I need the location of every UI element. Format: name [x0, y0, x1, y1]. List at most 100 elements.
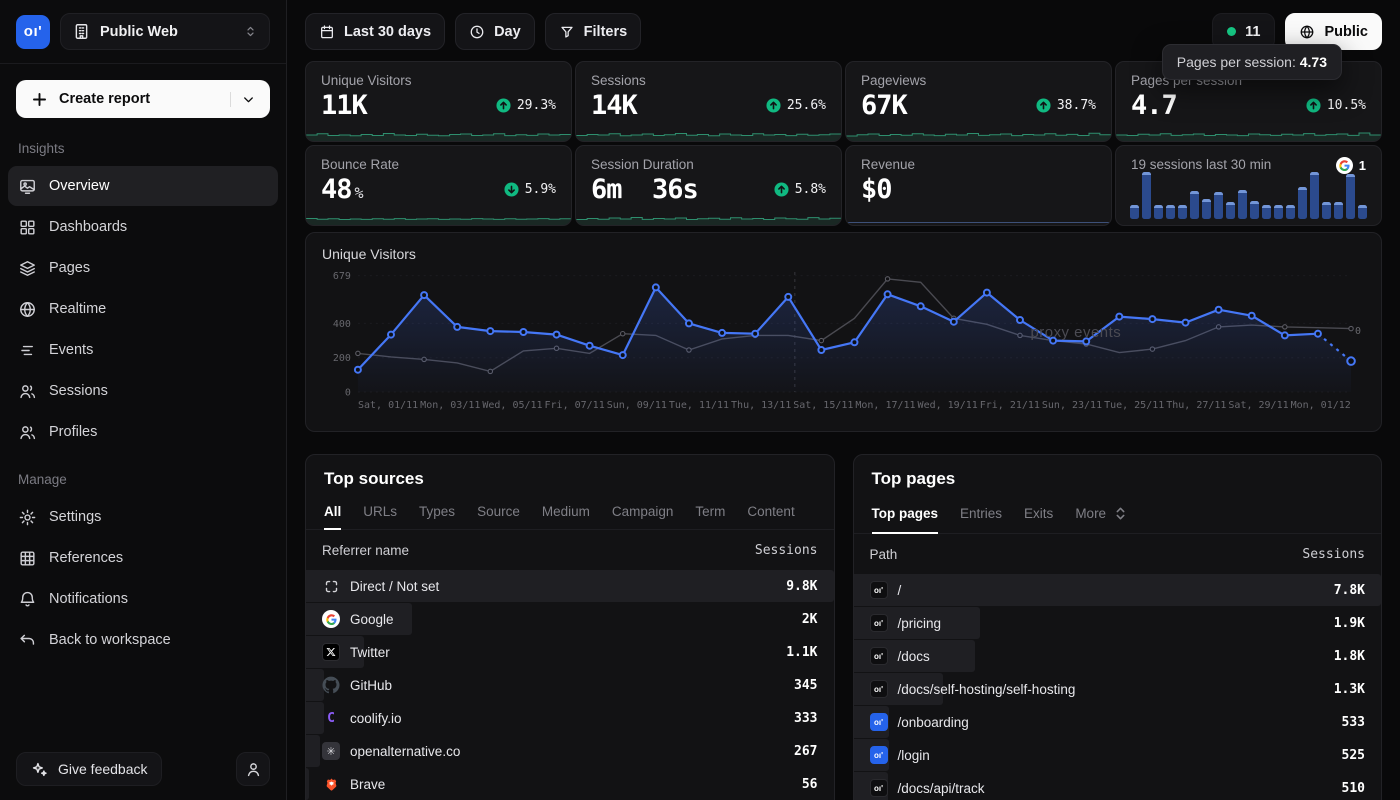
tab-campaign[interactable]: Campaign [612, 497, 674, 529]
user-icon [244, 760, 263, 779]
sidebar-item-realtime[interactable]: Realtime [8, 289, 278, 329]
app-root: oı' Public Web Create report Insights [0, 0, 1400, 800]
tab-more[interactable]: More [1075, 497, 1130, 533]
create-report-button[interactable]: Create report [16, 80, 270, 118]
stat-card-bounce-rate: Bounce Rate 48% 5.9% [305, 145, 572, 226]
filters-button[interactable]: Filters [545, 13, 642, 50]
table-row-docs-api-track[interactable]: oı' /docs/api/track 510 [854, 772, 1382, 800]
live-bar [1346, 174, 1355, 219]
stat-change: 5.9% [504, 182, 556, 197]
table-row-direct-not-set[interactable]: Direct / Not set 9.8K [306, 570, 834, 602]
project-selector[interactable]: Public Web [60, 13, 270, 50]
tables-row: Top sources AllURLsTypesSourceMediumCamp… [305, 454, 1382, 800]
filter-icon [559, 24, 575, 40]
tab-exits[interactable]: Exits [1024, 497, 1053, 533]
sidebar-item-settings[interactable]: Settings [8, 497, 278, 537]
column-value-header[interactable]: Sessions [755, 543, 818, 558]
tab-entries[interactable]: Entries [960, 497, 1002, 533]
tab-all[interactable]: All [324, 497, 341, 529]
row-name: /onboarding [898, 715, 969, 730]
stat-value: 67K [861, 90, 910, 121]
table-row-login[interactable]: oı' /login 525 [854, 739, 1382, 771]
row-value: 1.1K [786, 645, 817, 660]
sidebar-item-label: Pages [49, 260, 90, 276]
sidebar-header: oı' Public Web [0, 0, 286, 64]
table-row-pricing[interactable]: oı' /pricing 1.9K [854, 607, 1382, 639]
tab-source[interactable]: Source [477, 497, 520, 529]
stat-sparkline [576, 210, 841, 226]
table-row-docs-self-hosting-self-hosting[interactable]: oı' /docs/self-hosting/self-hosting 1.3K [854, 673, 1382, 705]
row-name: /docs [898, 649, 930, 664]
table-row-docs[interactable]: oı' /docs 1.8K [854, 640, 1382, 672]
interval-button[interactable]: Day [455, 13, 535, 50]
tab-medium[interactable]: Medium [542, 497, 590, 529]
live-bar [1130, 205, 1139, 219]
references-icon [18, 549, 37, 568]
tab-top-pages[interactable]: Top pages [872, 497, 939, 533]
row-name: /docs/api/track [898, 781, 985, 796]
table-row-partial[interactable]: oı' / 7.8K [854, 574, 1382, 606]
openalternative-favicon: ✳ [322, 742, 340, 760]
x-axis-label: Sun, 23/11 [1042, 400, 1102, 411]
chevrons-updown-icon [243, 24, 258, 39]
profiles-icon [18, 423, 37, 442]
tab-types[interactable]: Types [419, 497, 455, 529]
sidebar-item-label: References [49, 550, 123, 566]
tab-label: Medium [542, 504, 590, 519]
unique-visitors-line-chart: 6794002000proxy events0 [322, 266, 1365, 398]
live-bar [1214, 192, 1223, 219]
svg-text:679: 679 [333, 271, 351, 282]
table-row-onboarding[interactable]: oı' /onboarding 533 [854, 706, 1382, 738]
stat-value: 14K [591, 90, 640, 121]
sidebar-item-back-to-workspace[interactable]: Back to workspace [8, 620, 278, 660]
live-bar [1142, 172, 1151, 219]
sidebar-item-profiles[interactable]: Profiles [8, 412, 278, 452]
date-range-button[interactable]: Last 30 days [305, 13, 445, 50]
realtime-icon [18, 300, 37, 319]
sidebar-item-dashboards[interactable]: Dashboards [8, 207, 278, 247]
live-sessions-label: 19 sessions last 30 min [1131, 157, 1271, 172]
stat-label: Unique Visitors [321, 73, 556, 88]
filters-label: Filters [584, 24, 628, 40]
stat-sparkline [576, 126, 841, 142]
tab-content[interactable]: Content [747, 497, 794, 529]
sidebar-item-references[interactable]: References [8, 538, 278, 578]
sidebar-item-pages[interactable]: Pages [8, 248, 278, 288]
tab-term[interactable]: Term [695, 497, 725, 529]
table-row-github[interactable]: GitHub 345 [306, 669, 834, 701]
live-bar [1322, 202, 1331, 219]
tab-label: Exits [1024, 506, 1053, 521]
stat-change: 25.6% [766, 98, 826, 113]
sidebar-item-events[interactable]: Events [8, 330, 278, 370]
table-row-twitter[interactable]: Twitter 1.1K [306, 636, 834, 668]
table-row-brave[interactable]: Brave 56 [306, 768, 834, 800]
tooltip-label: Pages per session: [1177, 54, 1296, 70]
x-axis-label: Sat, 29/11 [1228, 400, 1288, 411]
give-feedback-button[interactable]: Give feedback [16, 752, 162, 786]
sidebar-item-sessions[interactable]: Sessions [8, 371, 278, 411]
google-favicon [322, 610, 340, 628]
table-row-coolify-io[interactable]: C coolify.io 333 [306, 702, 834, 734]
stat-card-session-duration: Session Duration 6m 36s 5.8% [575, 145, 842, 226]
table-row-openalternative-co[interactable]: ✳ openalternative.co 267 [306, 735, 834, 767]
row-value-bar [854, 574, 1382, 606]
sidebar-item-overview[interactable]: Overview [8, 166, 278, 206]
sidebar-item-notifications[interactable]: Notifications [8, 579, 278, 619]
sidebar-item-label: Sessions [49, 383, 108, 399]
trend-down-icon [504, 182, 519, 197]
live-bar [1202, 199, 1211, 219]
stat-change: 10.5% [1306, 98, 1366, 113]
events-icon [18, 341, 37, 360]
tab-label: All [324, 504, 341, 519]
row-value: 510 [1342, 781, 1365, 796]
column-value-header[interactable]: Sessions [1302, 547, 1365, 562]
live-sessions-card[interactable]: 19 sessions last 30 min 1 [1115, 145, 1382, 226]
interval-label: Day [494, 24, 521, 40]
user-menu-button[interactable] [236, 752, 270, 786]
live-bar [1154, 205, 1163, 219]
tab-urls[interactable]: URLs [363, 497, 397, 529]
x-axis-label: Mon, 03/11 [420, 400, 480, 411]
x-axis-label: Fri, 21/11 [980, 400, 1040, 411]
stat-value: 4.7 [1131, 90, 1180, 121]
table-row-google[interactable]: Google 2K [306, 603, 834, 635]
